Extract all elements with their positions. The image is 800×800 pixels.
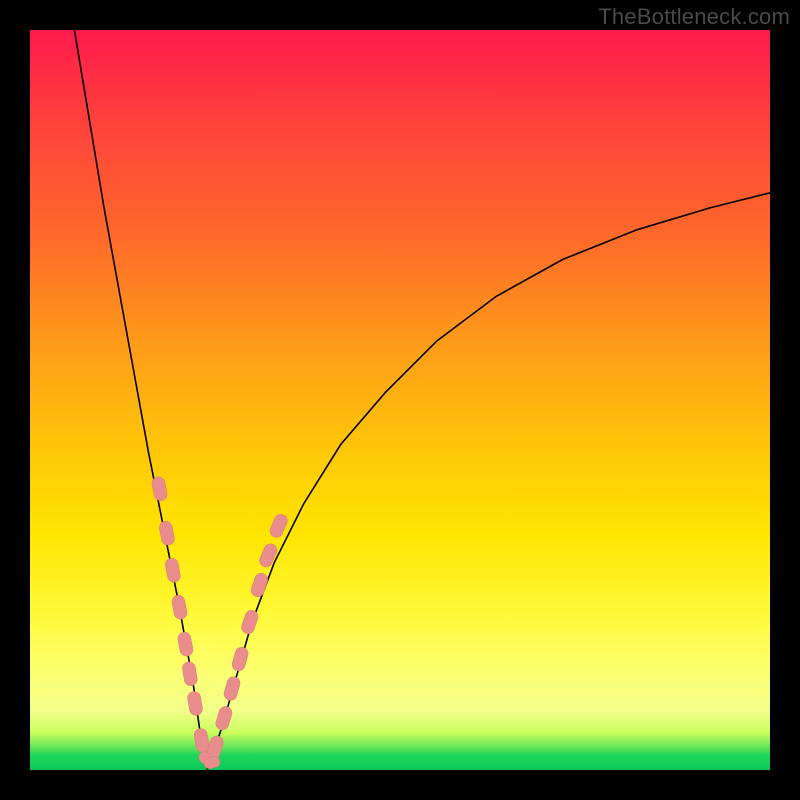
plot-area [30, 30, 770, 770]
bead [151, 476, 168, 502]
bead [222, 675, 241, 702]
watermark-text: TheBottleneck.com [598, 4, 790, 30]
curve-right-branch [208, 193, 770, 770]
bead [158, 520, 175, 546]
curve-layer [30, 30, 770, 770]
bead [268, 512, 290, 539]
curve-left-branch [74, 30, 207, 770]
bead [258, 542, 280, 569]
highlight-beads [151, 476, 290, 770]
bead [177, 631, 194, 657]
bead [164, 557, 181, 583]
bead [181, 661, 198, 687]
bead [171, 594, 188, 620]
bead [240, 609, 260, 636]
bead [231, 646, 250, 673]
bead [214, 705, 233, 732]
bead [187, 690, 204, 716]
bead [249, 572, 269, 599]
outer-frame: TheBottleneck.com [0, 0, 800, 800]
